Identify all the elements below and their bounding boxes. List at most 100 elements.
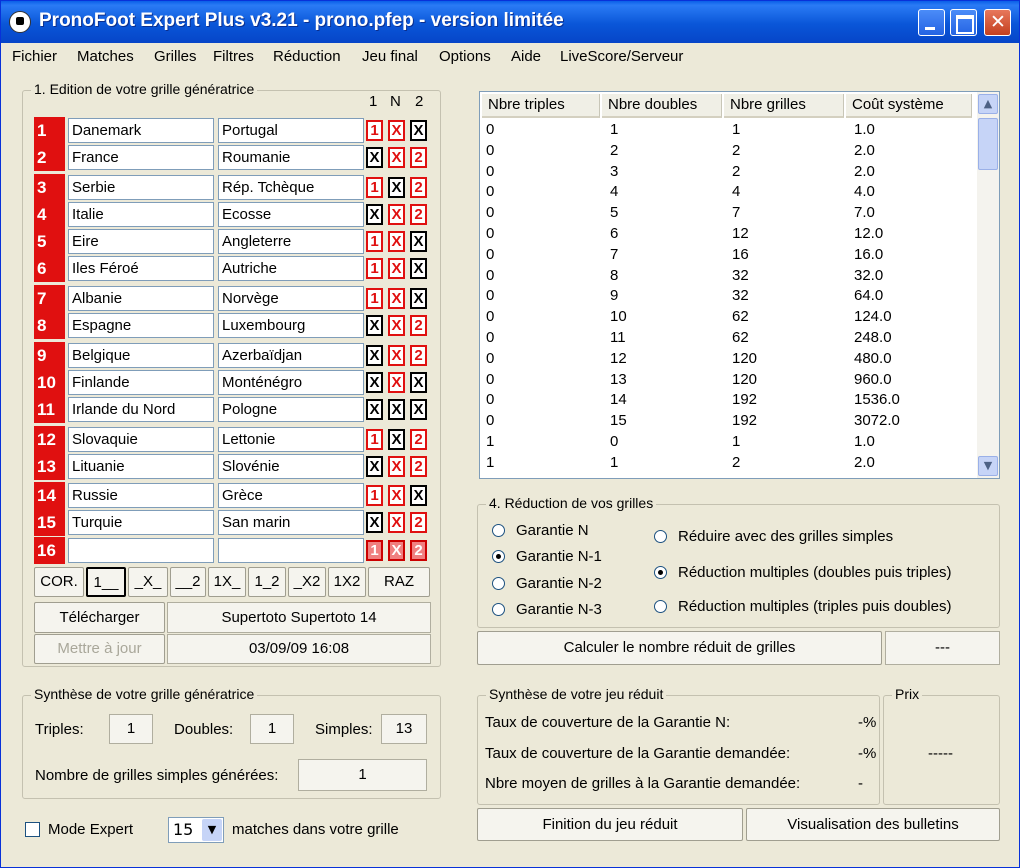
home-team-field[interactable]: Danemark — [68, 118, 214, 143]
pick-n-checkbox[interactable]: X — [388, 372, 405, 393]
radio-dot-icon[interactable] — [492, 577, 505, 590]
download-button[interactable]: Télécharger — [34, 602, 165, 633]
home-team-field[interactable]: Lituanie — [68, 454, 214, 479]
away-team-field[interactable]: Pologne — [218, 397, 364, 422]
chevron-down-icon[interactable]: ▼ — [202, 819, 222, 841]
away-team-field[interactable]: Angleterre — [218, 229, 364, 254]
pick-n-checkbox[interactable]: X — [388, 540, 405, 561]
pick-2-checkbox[interactable]: 2 — [410, 147, 427, 168]
home-team-field[interactable]: Iles Féroé — [68, 256, 214, 281]
update-button[interactable]: Mettre à jour — [34, 634, 165, 664]
1-2-button[interactable]: 1_2 — [248, 567, 286, 597]
pick-n-checkbox[interactable]: X — [388, 177, 405, 198]
pick-2-checkbox[interactable]: 2 — [410, 345, 427, 366]
pick-1-checkbox[interactable]: X — [366, 372, 383, 393]
pick-1-checkbox[interactable]: 1 — [366, 258, 383, 279]
pick-1-checkbox[interactable]: X — [366, 147, 383, 168]
scroll-up-icon[interactable]: ▲ — [978, 94, 998, 114]
radio-dot-icon[interactable] — [492, 550, 505, 563]
th-cout[interactable]: Coût système — [846, 94, 972, 118]
menu-filtres[interactable]: Filtres — [213, 48, 254, 65]
pick-n-checkbox[interactable]: X — [388, 204, 405, 225]
home-team-field[interactable]: Italie — [68, 202, 214, 227]
away-team-field[interactable]: Ecosse — [218, 202, 364, 227]
mode-expert-checkbox[interactable] — [25, 822, 40, 837]
away-team-field[interactable]: Lettonie — [218, 427, 364, 452]
pick-n-checkbox[interactable]: X — [388, 485, 405, 506]
pick-1-checkbox[interactable]: X — [366, 399, 383, 420]
pick-2-checkbox[interactable]: X — [410, 120, 427, 141]
pick-2-checkbox[interactable]: 2 — [410, 429, 427, 450]
away-team-field[interactable]: Autriche — [218, 256, 364, 281]
pick-1-checkbox[interactable]: X — [366, 345, 383, 366]
menu-livescore[interactable]: LiveScore/Serveur — [560, 48, 683, 65]
radio-dot-icon[interactable] — [654, 530, 667, 543]
pick-2-checkbox[interactable]: 2 — [410, 456, 427, 477]
pick-n-checkbox[interactable]: X — [388, 231, 405, 252]
pick-2-checkbox[interactable]: X — [410, 258, 427, 279]
away-team-field[interactable]: Portugal — [218, 118, 364, 143]
pick-2-checkbox[interactable]: X — [410, 288, 427, 309]
home-team-field[interactable]: Finlande — [68, 370, 214, 395]
pick-1-checkbox[interactable]: 1 — [366, 177, 383, 198]
radio-triples-doubles[interactable]: Réduction multiples (triples puis double… — [654, 598, 951, 615]
home-team-field[interactable]: France — [68, 145, 214, 170]
menu-options[interactable]: Options — [439, 48, 491, 65]
home-team-field[interactable]: Serbie — [68, 175, 214, 200]
close-button[interactable] — [984, 9, 1011, 36]
pick-n-checkbox[interactable]: X — [388, 456, 405, 477]
th-doubles[interactable]: Nbre doubles — [602, 94, 722, 118]
away-team-field[interactable]: Azerbaïdjan — [218, 343, 364, 368]
home-team-field[interactable] — [68, 538, 214, 563]
home-team-field[interactable]: Albanie — [68, 286, 214, 311]
pick-n-checkbox[interactable]: X — [388, 399, 405, 420]
1x2-button[interactable]: 1X2 — [328, 567, 366, 597]
reduction-table[interactable]: Nbre triples Nbre doubles Nbre grilles C… — [479, 91, 1000, 479]
away-team-field[interactable]: Rép. Tchèque — [218, 175, 364, 200]
radio-simples[interactable]: Réduire avec des grilles simples — [654, 528, 893, 545]
pick-2-checkbox[interactable]: X — [410, 231, 427, 252]
home-team-field[interactable]: Irlande du Nord — [68, 397, 214, 422]
cor-button[interactable]: COR. — [34, 567, 84, 597]
pick-1-checkbox[interactable]: 1 — [366, 231, 383, 252]
radio-garantie-n3[interactable]: Garantie N-3 — [492, 601, 602, 618]
menu-fichier[interactable]: Fichier — [12, 48, 57, 65]
radio-doubles-triples[interactable]: Réduction multiples (doubles puis triple… — [654, 564, 951, 581]
pick-2-checkbox[interactable]: X — [410, 372, 427, 393]
title-bar[interactable]: PronoFoot Expert Plus v3.21 - prono.pfep… — [1, 1, 1019, 43]
away-team-field[interactable]: Monténégro — [218, 370, 364, 395]
radio-garantie-n2[interactable]: Garantie N-2 — [492, 575, 602, 592]
1x-button[interactable]: 1X_ — [208, 567, 246, 597]
matches-count-select[interactable]: 15 ▼ — [168, 817, 224, 843]
pick-2-checkbox[interactable]: X — [410, 399, 427, 420]
menu-aide[interactable]: Aide — [511, 48, 541, 65]
home-team-field[interactable]: Espagne — [68, 313, 214, 338]
radio-dot-icon[interactable] — [654, 566, 667, 579]
pick-2-checkbox[interactable]: 2 — [410, 512, 427, 533]
menu-matches[interactable]: Matches — [77, 48, 134, 65]
away-team-field[interactable]: San marin — [218, 510, 364, 535]
pick-1-checkbox[interactable]: 1 — [366, 120, 383, 141]
home-team-field[interactable]: Slovaquie — [68, 427, 214, 452]
pick-n-checkbox[interactable]: X — [388, 288, 405, 309]
th-triples[interactable]: Nbre triples — [482, 94, 600, 118]
pick-1-checkbox[interactable]: 1 — [366, 429, 383, 450]
1-button[interactable]: 1__ — [86, 567, 126, 597]
minimize-button[interactable] — [918, 9, 945, 36]
pick-1-checkbox[interactable]: X — [366, 315, 383, 336]
home-team-field[interactable]: Eire — [68, 229, 214, 254]
visualisation-button[interactable]: Visualisation des bulletins — [746, 808, 1000, 841]
radio-dot-icon[interactable] — [654, 600, 667, 613]
pick-n-checkbox[interactable]: X — [388, 120, 405, 141]
pick-2-checkbox[interactable]: X — [410, 485, 427, 506]
2-button[interactable]: __2 — [170, 567, 206, 597]
away-team-field[interactable]: Norvège — [218, 286, 364, 311]
pick-2-checkbox[interactable]: 2 — [410, 204, 427, 225]
pick-n-checkbox[interactable]: X — [388, 147, 405, 168]
x-button[interactable]: _X_ — [128, 567, 168, 597]
away-team-field[interactable]: Roumanie — [218, 145, 364, 170]
pick-1-checkbox[interactable]: X — [366, 204, 383, 225]
menu-grilles[interactable]: Grilles — [154, 48, 197, 65]
scroll-thumb[interactable] — [978, 118, 998, 170]
pick-1-checkbox[interactable]: 1 — [366, 288, 383, 309]
